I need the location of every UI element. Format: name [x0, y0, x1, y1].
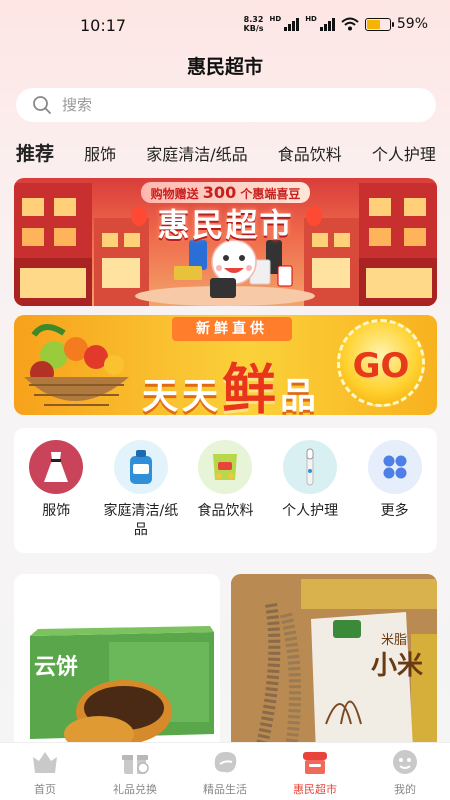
tabbar-item-home[interactable]: 首页 [0, 743, 90, 800]
product-image-millet-bag: 小米 米脂 [231, 574, 437, 754]
tab-recommend[interactable]: 推荐 [16, 140, 54, 168]
network-speed: 8.32 KB/s [243, 15, 264, 33]
product-image-cake-box: 云饼 [14, 574, 220, 754]
product-card[interactable]: 小米 米脂 [231, 574, 437, 754]
hd-badge: HD [305, 15, 317, 23]
tab-food-drink[interactable]: 食品饮料 [278, 141, 342, 169]
shop-icon [299, 746, 331, 778]
signal-icon [284, 17, 300, 31]
bottom-tab-bar: 首页 礼品兑换 精品生活 惠民超市 我的 [0, 742, 450, 800]
fruit-basket-illustration [24, 324, 129, 406]
wifi-icon [341, 17, 359, 31]
bean-icon [209, 746, 241, 778]
search-bar[interactable] [16, 88, 436, 122]
tab-clothing[interactable]: 服饰 [84, 141, 116, 169]
tabbar-item-market[interactable]: 惠民超市 [270, 743, 360, 800]
snack-icon [198, 440, 253, 494]
tab-cleaning-paper[interactable]: 家庭清洁/纸品 [146, 141, 247, 169]
product-card[interactable]: 云饼 [14, 574, 220, 754]
banner-title: 惠民超市 [157, 206, 294, 244]
detergent-icon [113, 440, 168, 494]
status-bar: 10:17 8.32 KB/s HD HD 59% [0, 0, 450, 50]
fresh-produce-banner[interactable]: 新鲜直供 天天鲜品 GO [14, 315, 437, 415]
home-icon [29, 746, 61, 778]
hd-badge: HD [269, 15, 282, 23]
dress-icon [29, 440, 84, 494]
box-label: 云饼 [34, 654, 78, 680]
category-tabs: 推荐 服饰 家庭清洁/纸品 食品饮料 个人护理 [16, 140, 450, 170]
grid-item-food-drink[interactable]: 食品饮料 [183, 428, 268, 553]
fresh-tag: 新鲜直供 [172, 317, 292, 341]
grid-item-personal-care[interactable]: 个人护理 [268, 428, 353, 553]
profile-icon [389, 746, 421, 778]
fresh-headline: 天天鲜品 [142, 358, 321, 415]
gift-icon [119, 746, 151, 778]
page-title: 惠民超市 [186, 56, 263, 78]
grid-item-clothing[interactable]: 服饰 [14, 428, 99, 553]
battery-percent: 59% [396, 16, 428, 32]
status-time: 10:17 [80, 16, 127, 35]
tabbar-item-gift[interactable]: 礼品兑换 [90, 743, 180, 800]
tab-personal-care[interactable]: 个人护理 [372, 141, 436, 169]
grid-item-more[interactable]: 更多 [352, 428, 437, 553]
bag-sublabel: 米脂 [381, 633, 407, 648]
bag-label: 小米 [371, 651, 423, 681]
search-input[interactable] [62, 96, 402, 114]
search-icon [33, 96, 51, 114]
grid-item-cleaning-paper[interactable]: 家庭清洁/纸品 [99, 428, 184, 553]
go-button[interactable]: GO [337, 319, 425, 407]
tabbar-item-lifestyle[interactable]: 精品生活 [180, 743, 270, 800]
tabbar-item-profile[interactable]: 我的 [360, 743, 450, 800]
battery-icon [364, 17, 394, 31]
signal-icon [319, 17, 335, 31]
status-icons: 8.32 KB/s HD HD 59% [244, 15, 428, 33]
more-grid-icon [367, 440, 422, 494]
toothbrush-icon [283, 440, 338, 494]
market-promo-banner[interactable]: 购物赠送 300 个惠端喜豆 惠民超市 [14, 178, 437, 306]
category-grid: 服饰 家庭清洁/纸品 食品饮料 个人护理 更多 [14, 428, 437, 553]
